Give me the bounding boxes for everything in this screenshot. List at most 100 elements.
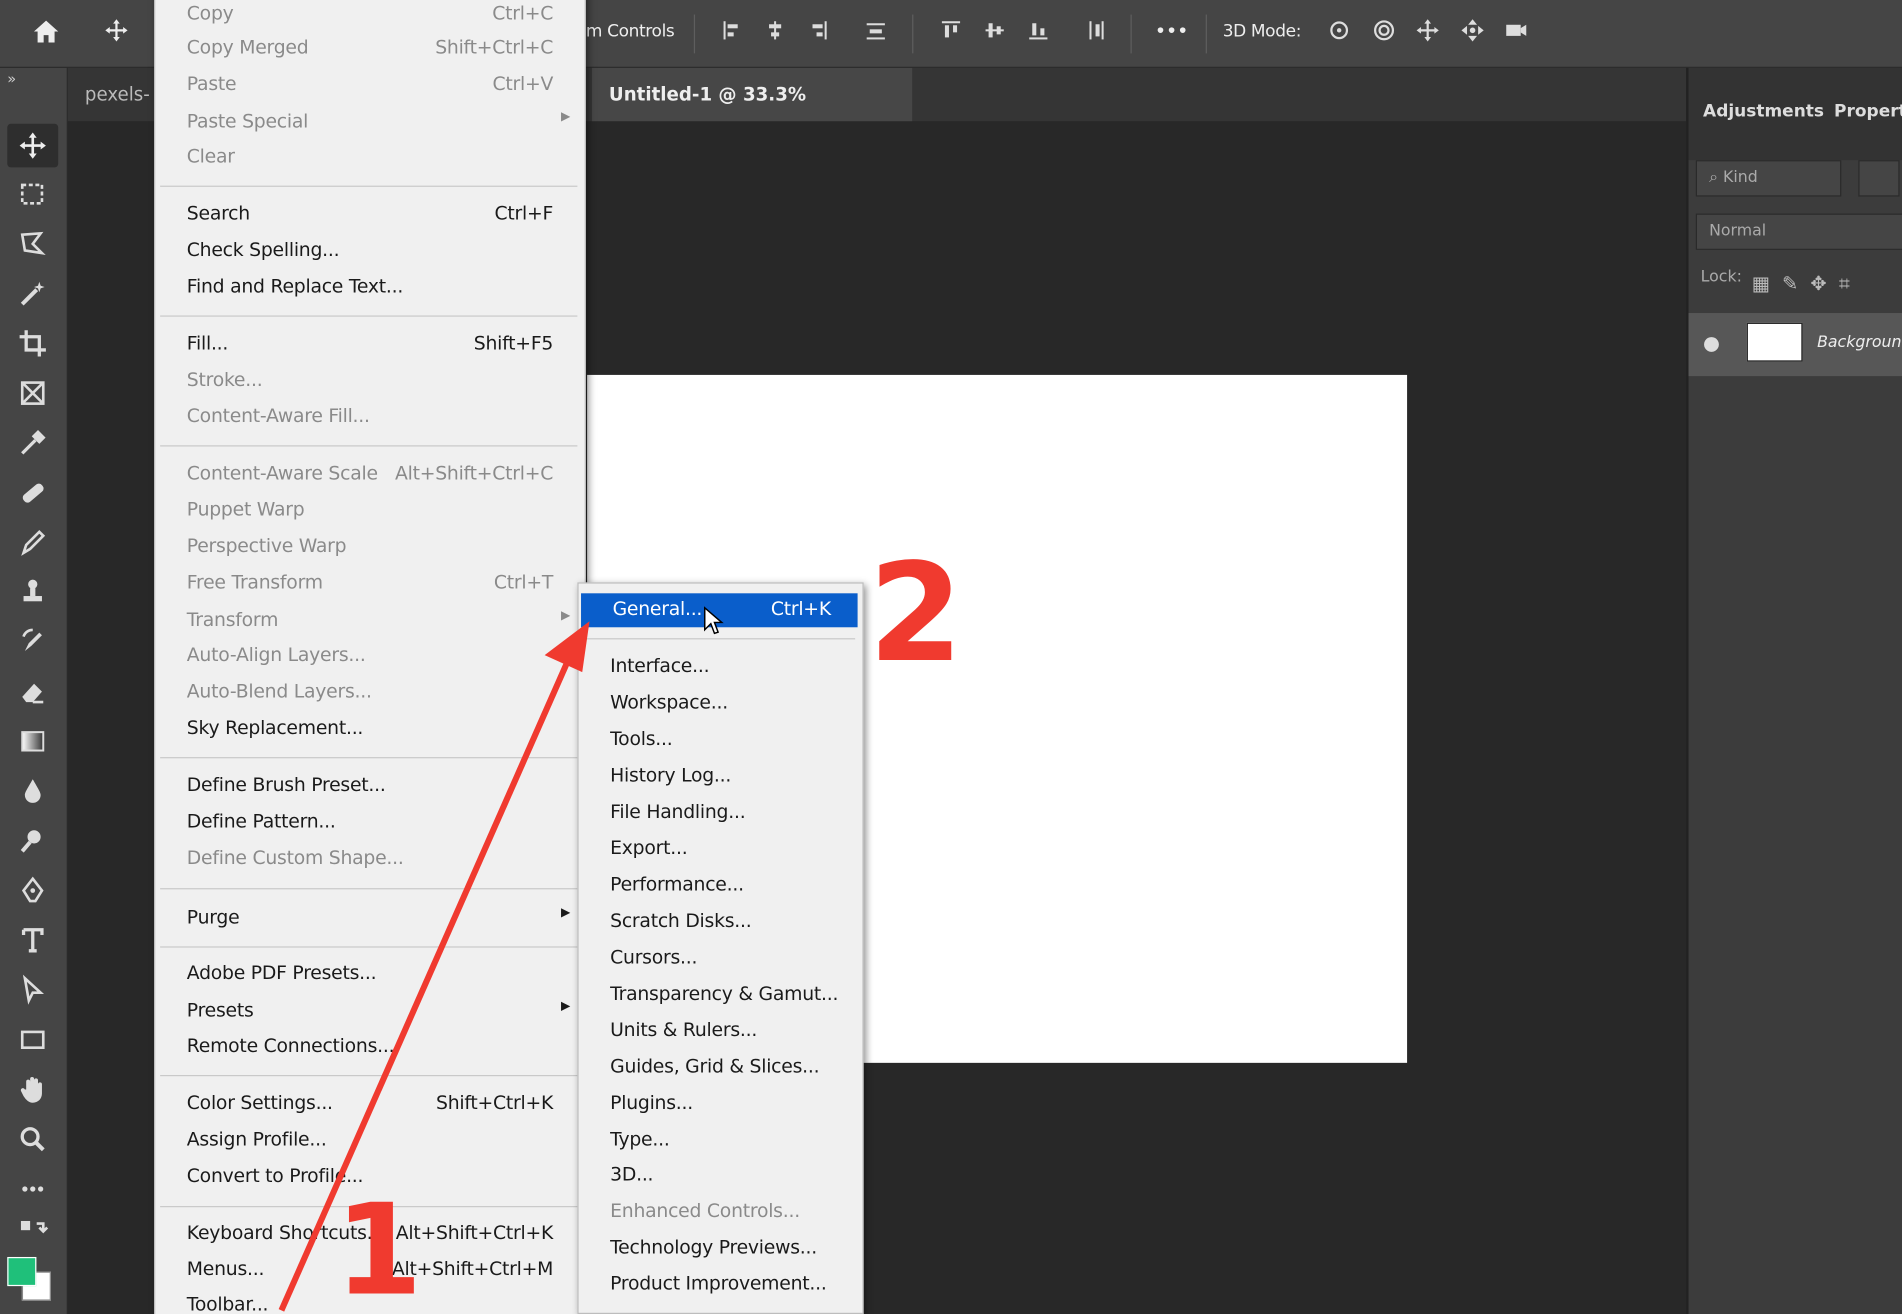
frame-tool-icon[interactable] [7, 371, 58, 415]
pref-item-plugins[interactable]: Plugins... [579, 1087, 863, 1121]
hand-tool-icon[interactable] [7, 1068, 58, 1112]
menu-item-copy[interactable]: Copy Ctrl+C [155, 0, 584, 32]
align-bottom-icon[interactable] [1021, 17, 1055, 51]
menu-item-color-settings[interactable]: Color Settings... Shift+Ctrl+K [155, 1087, 584, 1121]
marquee-tool-icon[interactable] [7, 172, 58, 216]
menu-item-content-aware-fill[interactable]: Content-Aware Fill... [155, 400, 584, 434]
pref-item-performance[interactable]: Performance... [579, 869, 863, 903]
visibility-eye-icon[interactable]: ● [1703, 331, 1720, 354]
pref-item-history-log[interactable]: History Log... [579, 760, 863, 794]
magic-wand-icon[interactable] [7, 272, 58, 316]
pref-item-technology-previews[interactable]: Technology Previews... [579, 1231, 863, 1265]
menu-item-clear[interactable]: Clear [155, 141, 584, 175]
menu-item-define-custom-shape[interactable]: Define Custom Shape... [155, 842, 584, 876]
pref-item-file-handling[interactable]: File Handling... [579, 796, 863, 830]
menu-item-label: Content-Aware Fill... [186, 405, 370, 428]
pref-item-type[interactable]: Type... [579, 1124, 863, 1158]
pref-item-transparency-gamut[interactable]: Transparency & Gamut... [579, 978, 863, 1012]
pref-item-3d[interactable]: 3D... [579, 1159, 863, 1193]
align-top-icon[interactable] [934, 17, 968, 51]
menu-item-purge[interactable]: Purge ▶ [155, 901, 584, 935]
menu-item-puppet-warp[interactable]: Puppet Warp [155, 494, 584, 528]
collapse-panel-icon[interactable]: » [7, 70, 16, 87]
menu-item-free-transform[interactable]: Free Transform Ctrl+T [155, 567, 584, 601]
distribute-vertical-icon[interactable] [1080, 17, 1114, 51]
healing-brush-icon[interactable] [7, 471, 58, 515]
path-selection-icon[interactable] [7, 968, 58, 1012]
blur-tool-icon[interactable] [7, 769, 58, 813]
rectangle-tool-icon[interactable] [7, 1018, 58, 1062]
pref-item-units-rulers[interactable]: Units & Rulers... [579, 1014, 863, 1048]
pan-3d-icon[interactable] [1411, 17, 1445, 51]
move-tool-icon[interactable] [7, 123, 59, 168]
zoom-tool-icon[interactable] [7, 1117, 58, 1161]
menu-item-transform[interactable]: Transform ▶ [155, 604, 584, 638]
foreground-color-swatch[interactable] [7, 1256, 37, 1287]
menu-item-stroke[interactable]: Stroke... [155, 364, 584, 398]
pref-item-interface[interactable]: Interface... [579, 650, 863, 684]
eraser-tool-icon[interactable] [7, 670, 58, 714]
more-options-button[interactable]: ••• [1155, 19, 1189, 42]
menu-item-paste[interactable]: Paste Ctrl+V [155, 68, 584, 102]
blend-mode-select[interactable]: Normal [1695, 213, 1902, 250]
menu-item-define-brush-preset[interactable]: Define Brush Preset... [155, 769, 584, 803]
menu-item-remote-connections[interactable]: Remote Connections... [155, 1030, 584, 1064]
gradient-tool-icon[interactable] [7, 719, 58, 763]
menu-item-search[interactable]: Search Ctrl+F [155, 198, 584, 232]
menu-item-presets[interactable]: Presets ▶ [155, 995, 584, 1029]
align-middle-icon[interactable] [978, 17, 1012, 51]
menu-item-sky-replacement[interactable]: Sky Replacement... [155, 712, 584, 746]
menu-item-label: Search [186, 202, 250, 225]
history-brush-icon[interactable] [7, 620, 58, 664]
menu-item-find-and-replace-text[interactable]: Find and Replace Text... [155, 271, 584, 305]
type-tool-icon[interactable] [7, 918, 58, 962]
roll-3d-icon[interactable] [1367, 17, 1401, 51]
menu-item-define-pattern[interactable]: Define Pattern... [155, 806, 584, 840]
layer-row[interactable]: ● Backgroun [1688, 313, 1902, 377]
orbit-3d-icon[interactable] [1322, 17, 1356, 51]
align-left-icon[interactable] [716, 17, 750, 51]
kind-filter[interactable]: ⌕ Kind [1695, 160, 1842, 197]
eyedropper-icon[interactable] [7, 421, 58, 465]
pref-item-scratch-disks[interactable]: Scratch Disks... [579, 905, 863, 939]
menu-item-check-spelling[interactable]: Check Spelling... [155, 234, 584, 268]
dodge-tool-icon[interactable] [7, 819, 58, 863]
menu-item-copy-merged[interactable]: Copy Merged Shift+Ctrl+C [155, 32, 584, 66]
menu-item-fill[interactable]: Fill... Shift+F5 [155, 328, 584, 362]
pref-item-cursors[interactable]: Cursors... [579, 942, 863, 976]
align-center-icon[interactable] [758, 17, 792, 51]
more-tools-icon[interactable] [7, 1167, 58, 1211]
pref-item-workspace[interactable]: Workspace... [579, 687, 863, 721]
tab-adjustments[interactable]: Adjustments [1703, 102, 1824, 121]
slide-3d-icon[interactable] [1456, 17, 1490, 51]
crop-tool-icon[interactable] [7, 322, 58, 366]
tab-pexels[interactable]: pexels-a [68, 68, 153, 159]
filter-image-icon[interactable] [1858, 160, 1900, 197]
pref-item-export[interactable]: Export... [579, 832, 863, 866]
menu-item-assign-profile[interactable]: Assign Profile... [155, 1124, 584, 1158]
lock-icons[interactable]: ▦✎✥⌗ [1752, 272, 1898, 301]
menu-item-content-aware-scale[interactable]: Content-Aware Scale Alt+Shift+Ctrl+C [155, 457, 584, 491]
move-tool-icon[interactable] [99, 17, 133, 51]
menu-item-adobe-pdf-presets[interactable]: Adobe PDF Presets... [155, 957, 584, 991]
pref-item-tools[interactable]: Tools... [579, 723, 863, 757]
tab-properties[interactable]: Properti [1834, 102, 1902, 121]
swap-colors-icon[interactable] [7, 1213, 58, 1249]
pref-item-product-improvement[interactable]: Product Improvement... [579, 1268, 863, 1302]
clone-stamp-icon[interactable] [7, 570, 58, 614]
home-icon[interactable] [29, 17, 63, 51]
align-right-icon[interactable] [801, 17, 835, 51]
menu-item-perspective-warp[interactable]: Perspective Warp [155, 530, 584, 564]
distribute-icon[interactable] [859, 17, 893, 51]
menu-item-paste-special[interactable]: Paste Special ▶ [155, 106, 584, 140]
menu-item-auto-align-layers[interactable]: Auto-Align Layers... [155, 639, 584, 673]
menu-item-auto-blend-layers[interactable]: Auto-Blend Layers... [155, 676, 584, 710]
pref-item-enhanced-controls[interactable]: Enhanced Controls... [579, 1195, 863, 1229]
tab-untitled-1[interactable]: Untitled-1 @ 33.3% (RGB/8#)× [591, 67, 913, 159]
pen-tool-icon[interactable] [7, 869, 58, 913]
camera-3d-icon[interactable] [1499, 17, 1533, 51]
brush-tool-icon[interactable] [7, 521, 58, 565]
lasso-tool-icon[interactable] [7, 222, 58, 266]
pref-item-guides-grid-slices[interactable]: Guides, Grid & Slices... [579, 1051, 863, 1085]
transform-controls-label[interactable]: m Controls [586, 22, 675, 41]
